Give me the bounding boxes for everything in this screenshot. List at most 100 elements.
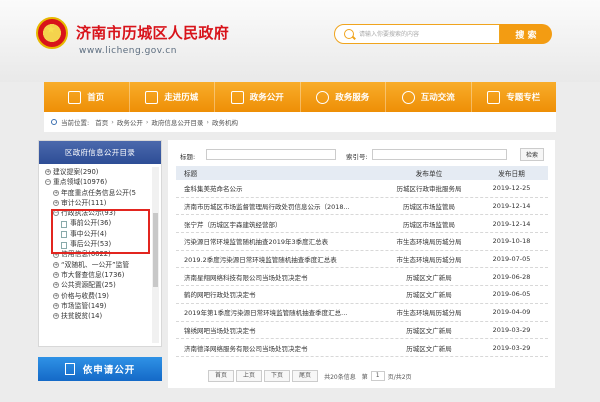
row-title-link[interactable]: 锦绣网吧当场处罚决定书 (176, 325, 383, 335)
filter-search-button[interactable]: 检索 (520, 148, 544, 161)
expand-icon[interactable]: + (53, 313, 59, 320)
table-row[interactable]: 济南星翔网络科技有限公司当场处罚决定书 历城区文广新局 2019-06-28 (176, 268, 548, 287)
main-nav: 首页 走进历城 政务公开 政务服务 互动交流 专题专栏 (44, 82, 556, 112)
expand-icon[interactable]: + (53, 282, 59, 289)
clipboard-icon (64, 363, 75, 375)
expand-icon[interactable]: + (53, 272, 59, 279)
tree-item[interactable]: + 建议提案(290) (45, 167, 151, 177)
nav-item-services[interactable]: 政务服务 (301, 82, 386, 112)
tree-item[interactable]: + 年度重点任务信息公开(5 (45, 188, 151, 198)
row-title-link[interactable]: 济南市历城区市场监督管理局行政处罚信息公示（2018... (176, 201, 383, 211)
row-title-link[interactable]: 污染源日常环境监管随机抽查2019年3季度汇总表 (176, 236, 383, 246)
row-date: 2019-04-09 (492, 308, 531, 317)
collapse-icon[interactable]: − (45, 179, 51, 186)
table-row[interactable]: 2019.2季度污染源日常环境监管随机抽查季度汇总表 市生态环境局历城分局 2019… (176, 251, 548, 269)
search-icon (344, 29, 354, 39)
home-icon (68, 90, 82, 104)
row-date: 2019-03-29 (492, 343, 531, 352)
table-row[interactable]: 济南市历城区市场监督管理局行政处罚信息公示（2018... 历城区市场监管局 201… (176, 198, 548, 216)
row-title-link[interactable]: 2019.2季度污染源日常环境监管随机抽查季度汇总表 (176, 254, 383, 264)
column-header-title: 标题 (184, 170, 198, 178)
row-date: 2019-12-14 (492, 219, 531, 228)
search-button[interactable]: 搜 索 (500, 24, 552, 44)
expand-icon[interactable]: + (53, 303, 59, 309)
nav-label: 政务服务 (335, 93, 370, 103)
breadcrumb-catalog[interactable]: 政府信息公开目录 (151, 117, 203, 127)
tree-item[interactable]: + 审计公开(111) (45, 198, 151, 208)
breadcrumb-current[interactable]: 政务机构 (212, 117, 238, 127)
highlight-box (51, 209, 150, 254)
expand-icon[interactable]: + (45, 169, 51, 176)
page: ★ 济南市历城区人民政府 www.licheng.gov.cn 搜 索 首页 走… (0, 0, 600, 402)
title-filter-input[interactable] (206, 149, 336, 160)
breadcrumb-home[interactable]: 首页 (95, 117, 108, 127)
expand-icon[interactable]: + (53, 261, 59, 268)
nav-label: 首页 (87, 93, 105, 103)
table-row[interactable]: 锦绣网吧当场处罚决定书 历城区文广新局 2019-03-29 (176, 322, 548, 340)
row-title-link[interactable]: 张宁芹（历城区宇森建筑经营部） (176, 219, 383, 229)
tree-item[interactable]: + 市大督查信息(1736) (45, 270, 151, 280)
last-page-button[interactable]: 尾页 (292, 370, 319, 382)
column-header-date: 发布日期 (498, 170, 525, 178)
index-filter-input[interactable] (372, 149, 507, 160)
search-box (334, 24, 500, 44)
page-number-input[interactable]: 1 (370, 371, 385, 381)
nav-item-home[interactable]: 首页 (44, 82, 130, 112)
breadcrumb-prefix: 当前位置: (61, 119, 90, 127)
tree-item[interactable]: + 市场监管(149) (45, 301, 151, 311)
table-row[interactable]: 张宁芹（历城区宇森建筑经营部） 历城区市场监管局 2019-12-14 (176, 215, 548, 234)
row-date: 2019-06-05 (492, 290, 531, 299)
tree-item[interactable]: + 价格与收费(19) (45, 291, 151, 301)
tree-item-label: 建议提案(290) (53, 168, 99, 176)
next-page-button[interactable]: 下页 (264, 370, 291, 382)
row-unit: 市生态环境局历城分局 (396, 238, 462, 247)
row-title-link[interactable]: 2019年第1季度污染源日常环境监管随机抽查季度汇总... (176, 307, 383, 317)
sidebar-header: 区政府信息公开目录 (39, 141, 161, 164)
nav-item-about[interactable]: 走进历城 (130, 82, 215, 112)
table-row[interactable]: 2019年第1季度污染源日常环境监管随机抽查季度汇总... 市生态环境局历城分局 2… (176, 304, 548, 322)
row-unit: 历城区文广新局 (406, 273, 452, 282)
row-title-link[interactable]: 济南德泽网络服务有限公司当场处罚决定书 (176, 343, 383, 353)
search-input[interactable] (359, 28, 497, 41)
nav-item-topics[interactable]: 专题专栏 (472, 82, 557, 112)
table-row[interactable]: 金科集美苑命名公示 历城区行政审批服务局 2019-12-25 (176, 180, 548, 198)
tree-item[interactable]: + 公共资源配置(25) (45, 280, 151, 290)
tree-item[interactable]: + “双随机、一公开”监管 (45, 260, 151, 270)
nav-item-gov-info[interactable]: 政务公开 (215, 82, 301, 112)
pagination-page-info: 页/共2页 (387, 373, 412, 381)
row-date: 2019-07-05 (492, 255, 531, 264)
tree-scroll-thumb[interactable] (153, 213, 158, 287)
tree-item[interactable]: + 扶贫脱贫(14) (45, 311, 151, 321)
first-page-button[interactable]: 首页 (208, 370, 235, 382)
table-row[interactable]: 济南德泽网络服务有限公司当场处罚决定书 历城区文广新局 2019-03-29 (176, 339, 548, 357)
breadcrumb: 当前位置: 首页 › 政务公开 › 政府信息公开目录 › 政务机构 (44, 112, 556, 132)
tree-item-label: 公共资源配置(25) (61, 281, 116, 290)
row-title-link[interactable]: 金科集美苑命名公示 (176, 183, 383, 193)
nav-label: 政务公开 (249, 93, 284, 103)
tree-item[interactable]: − 重点领域(10976) (45, 177, 151, 187)
row-unit: 历城区市场监管局 (403, 220, 455, 229)
row-unit: 历城区行政审批服务局 (396, 185, 462, 194)
row-title-link[interactable]: 鹤的网吧行政处罚决定书 (176, 289, 383, 299)
table-row[interactable]: 鹤的网吧行政处罚决定书 历城区文广新局 2019-06-05 (176, 286, 548, 304)
row-date: 2019-06-28 (492, 272, 531, 281)
tree-item-label: 年度重点任务信息公开(5 (61, 188, 136, 197)
row-title-link[interactable]: 济南星翔网络科技有限公司当场处罚决定书 (176, 272, 383, 282)
row-unit: 市生态环境局历城分局 (396, 309, 462, 318)
nav-item-interaction[interactable]: 互动交流 (386, 82, 472, 112)
tree-item-label: 扶贫脱贫(14) (61, 312, 103, 321)
expand-icon[interactable]: + (53, 292, 59, 299)
prev-page-button[interactable]: 上页 (236, 370, 263, 382)
table-row[interactable]: 污染源日常环境监管随机抽查2019年3季度汇总表 市生态环境局历城分局 2019-1… (176, 233, 548, 251)
apply-disclosure-banner[interactable]: 依申请公开 (38, 357, 162, 381)
filter-bar: 标题: 索引号: 检索 (176, 147, 548, 163)
row-unit: 历城区文广新局 (406, 344, 452, 353)
row-unit: 历城区市场监管局 (403, 203, 455, 212)
row-date: 2019-03-29 (492, 325, 531, 334)
expand-icon[interactable]: + (53, 200, 59, 207)
expand-icon[interactable]: + (53, 189, 59, 196)
tree-scrollbar[interactable] (152, 167, 159, 343)
row-date: 2019-10-18 (492, 237, 531, 246)
catalog-tree: + 建议提案(290) − 重点领域(10976) + 年度重点任务信息公开(5 + 审计公开… (45, 167, 151, 343)
breadcrumb-gov-info[interactable]: 政务公开 (117, 117, 143, 127)
